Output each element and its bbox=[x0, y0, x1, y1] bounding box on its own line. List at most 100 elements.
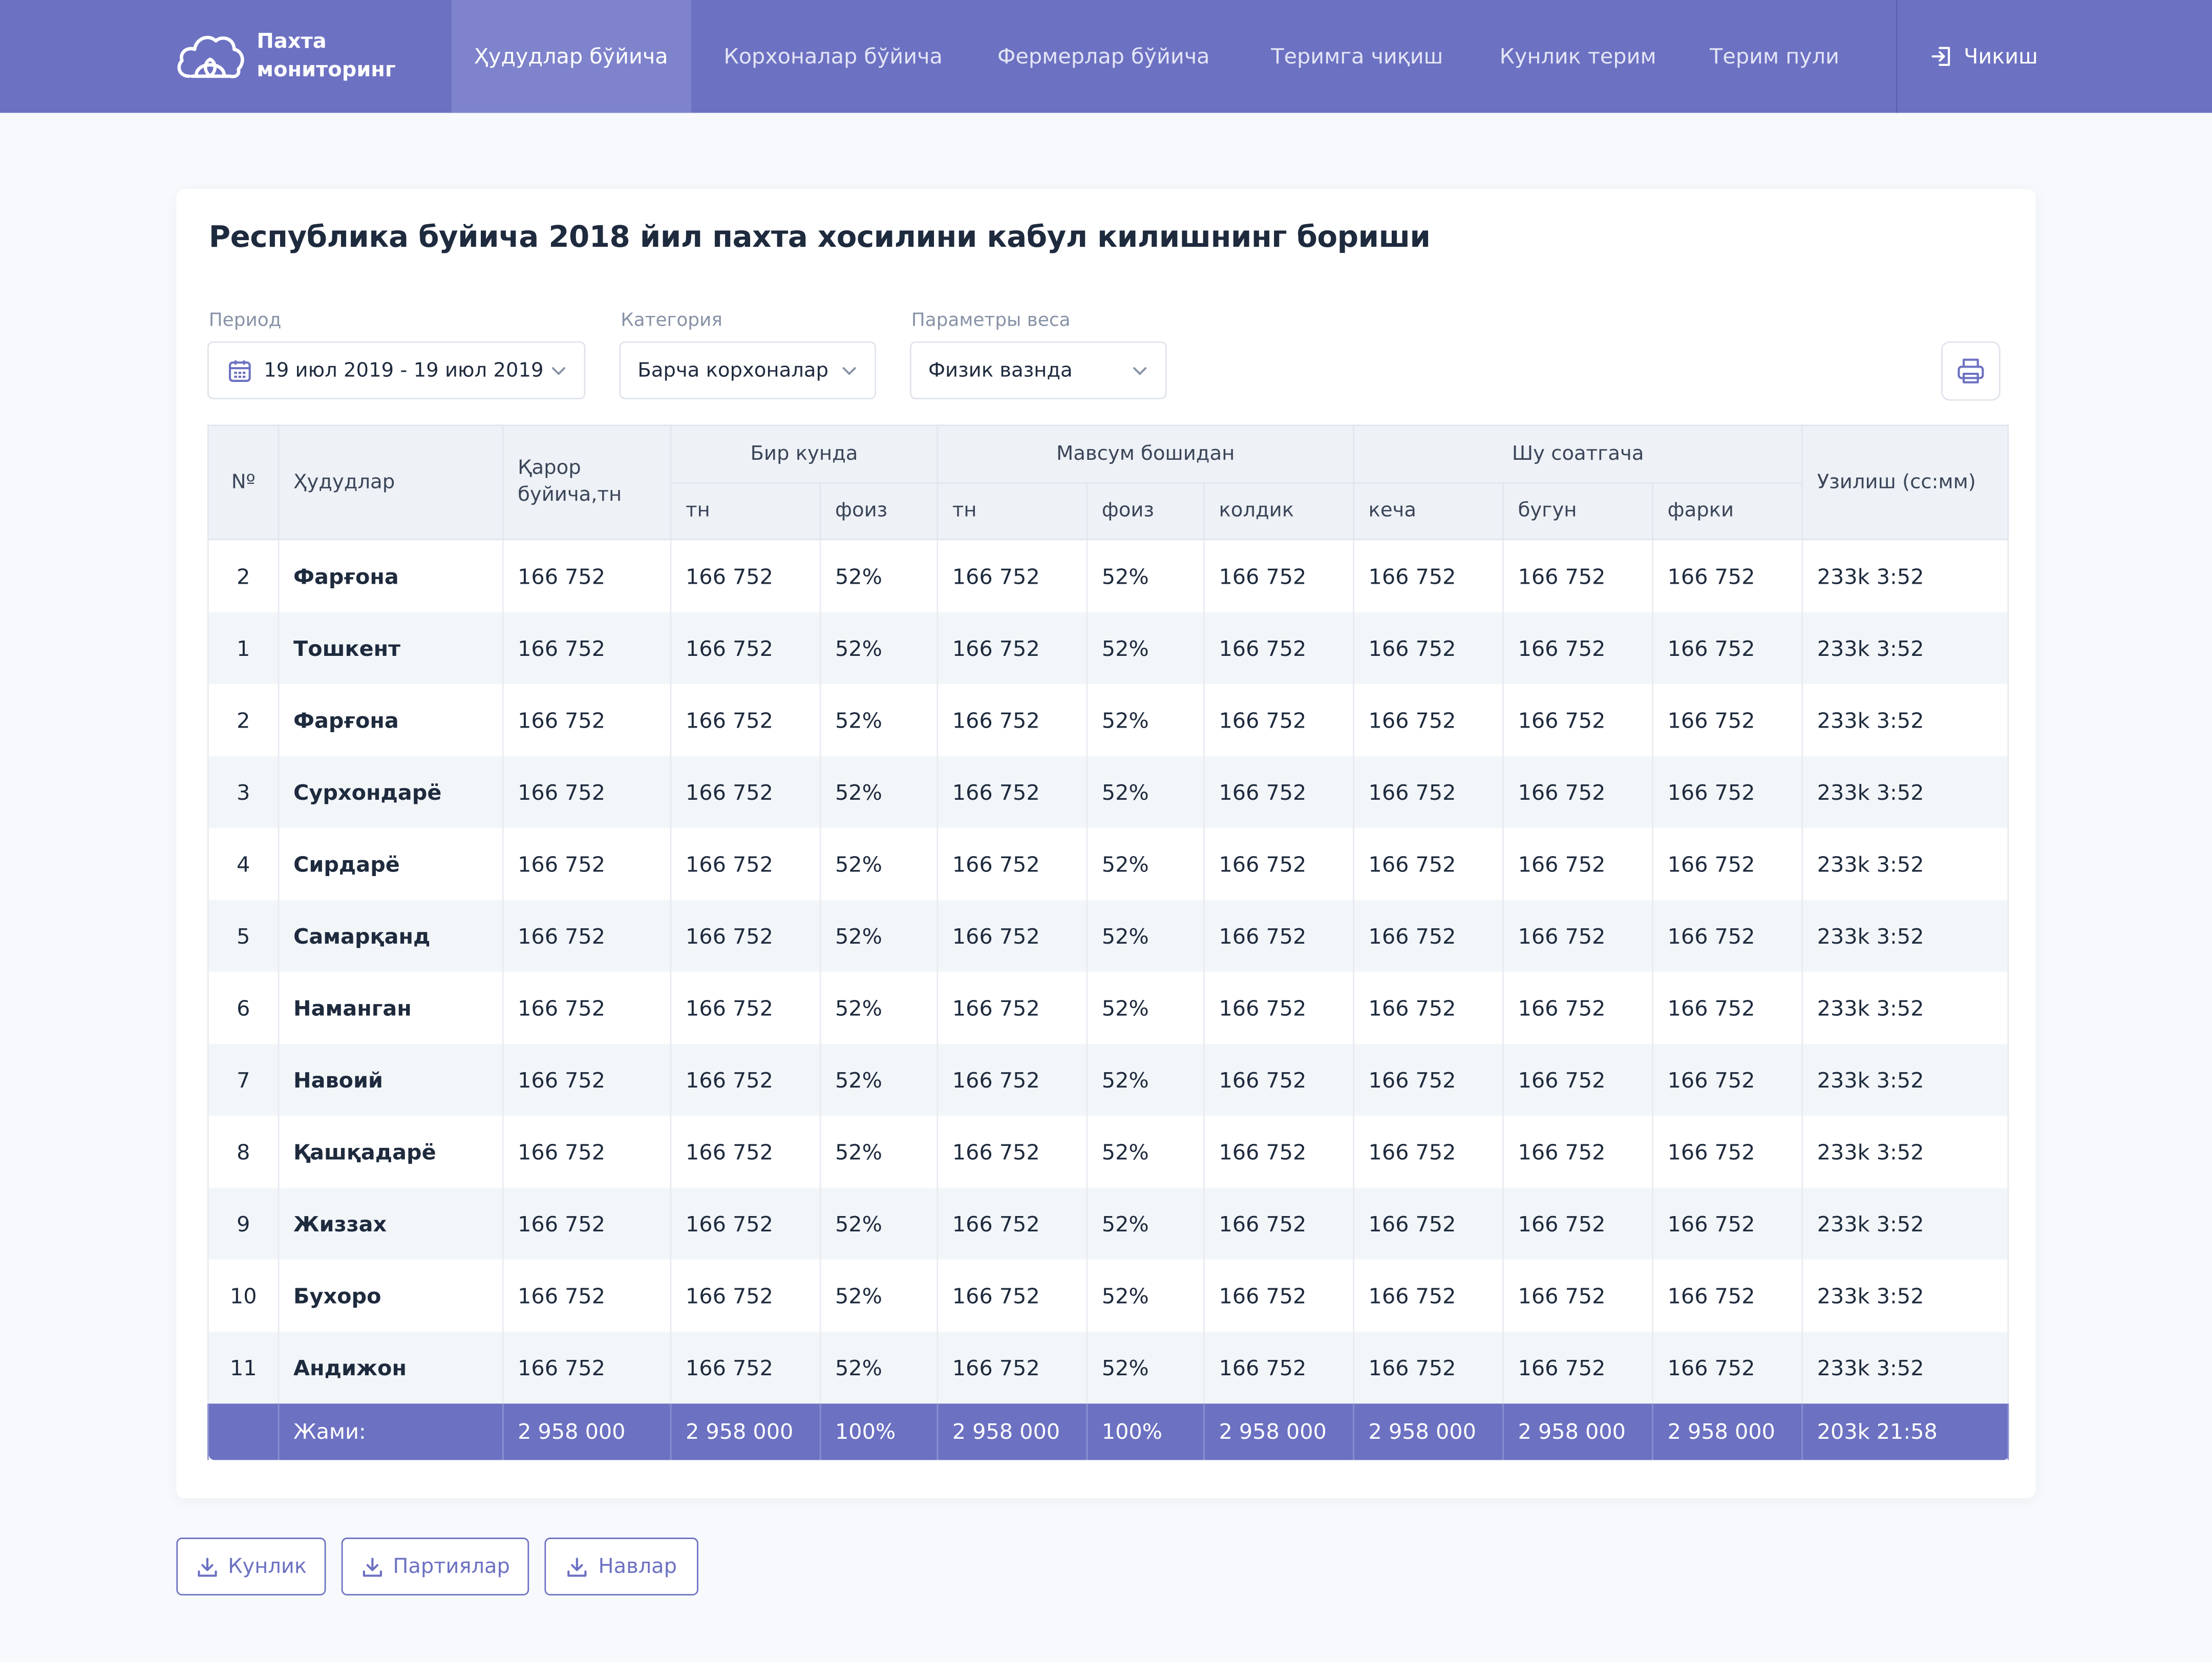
cell-plan: 166 752 bbox=[502, 756, 672, 828]
table-row[interactable]: 7 Навоий 166 752 166 752 52% 166 752 52% 166 75… bbox=[207, 1043, 2009, 1116]
cell-diff: 166 752 bbox=[1652, 1187, 1803, 1260]
header-today: бугун bbox=[1502, 482, 1654, 541]
regions-harvest-table: Nº Ҳудудлар Қарор буйича,тн Бир кунда Ма… bbox=[207, 424, 2009, 1460]
cell-gap: 233k 3:52 bbox=[1801, 756, 2009, 828]
logout-button[interactable]: Чикиш bbox=[1930, 0, 2038, 113]
brand-name: Пахта мониторинг bbox=[257, 28, 395, 84]
cell-yesterday: 166 752 bbox=[1353, 684, 1504, 756]
weight-params-select[interactable]: Физик вазнда bbox=[910, 341, 1167, 399]
header-season-pct: фоиз bbox=[1086, 482, 1205, 541]
cell-season-rest: 166 752 bbox=[1203, 900, 1354, 972]
cell-day-tn: 166 752 bbox=[670, 900, 821, 972]
cell-diff: 166 752 bbox=[1652, 1260, 1803, 1332]
cell-season-tn: 166 752 bbox=[937, 1187, 1088, 1260]
nav-tab-harvest-start[interactable]: Теримга чиқиш bbox=[1271, 0, 1443, 113]
cell-gap: 233k 3:52 bbox=[1801, 1260, 2009, 1332]
report-card: Республика буйича 2018 йил пахта хосилин… bbox=[176, 189, 2036, 1498]
cell-region: Фарғона bbox=[278, 539, 504, 612]
chevron-down-icon bbox=[842, 367, 856, 375]
cell-season-tn: 166 752 bbox=[937, 539, 1088, 612]
cell-day-tn: 166 752 bbox=[670, 539, 821, 612]
header-group-season: Мавсум бошидан bbox=[937, 424, 1354, 484]
weight-params-label: Параметры веса bbox=[911, 310, 1071, 332]
cell-day-tn: 166 752 bbox=[670, 1260, 821, 1332]
download-grades-button[interactable]: Навлар bbox=[544, 1538, 698, 1596]
brand[interactable]: Пахта мониторинг bbox=[175, 26, 396, 88]
cell-season-rest: 166 752 bbox=[1203, 1331, 1354, 1404]
cell-gap: 233k 3:52 bbox=[1801, 1331, 2009, 1404]
table-row[interactable]: 2 Фарғона 166 752 166 752 52% 166 752 52% 166 7… bbox=[207, 539, 2009, 612]
period-label: Период bbox=[208, 310, 282, 332]
cell-day-tn: 166 752 bbox=[670, 828, 821, 900]
header-diff: фарки bbox=[1652, 482, 1803, 541]
nav-tab-enterprises[interactable]: Корхоналар бўйича bbox=[724, 0, 942, 113]
chevron-down-icon bbox=[552, 367, 565, 375]
cell-day-tn: 166 752 bbox=[670, 1116, 821, 1188]
download-daily-label: Кунлик bbox=[228, 1555, 307, 1578]
cell-day-pct: 52% bbox=[819, 1331, 939, 1404]
table-row[interactable]: 9 Жиззах 166 752 166 752 52% 166 752 52% 166 75… bbox=[207, 1187, 2009, 1260]
logout-icon bbox=[1931, 47, 1950, 66]
header-day-pct: фоиз bbox=[819, 482, 939, 541]
nav-tab-daily-harvest[interactable]: Кунлик терим bbox=[1500, 0, 1656, 113]
cell-region: Самарқанд bbox=[278, 900, 504, 972]
nav-tab-regions[interactable]: Ҳудудлар бўйича bbox=[451, 0, 691, 113]
download-daily-button[interactable]: Кунлик bbox=[176, 1538, 326, 1596]
table-row[interactable]: 1 Тошкент 166 752 166 752 52% 166 752 52% 166 7… bbox=[207, 612, 2009, 685]
nav-tab-farmers[interactable]: Фермерлар бўйича bbox=[997, 0, 1210, 113]
download-icon bbox=[197, 1557, 217, 1576]
app-root: Пахта мониторинг Ҳудудлар бўйича Корхона… bbox=[0, 0, 2212, 1662]
download-icon bbox=[567, 1557, 587, 1576]
total-season-tn: 2 958 000 bbox=[937, 1403, 1088, 1460]
cell-region: Жиззах bbox=[278, 1187, 504, 1260]
cell-day-pct: 52% bbox=[819, 1187, 939, 1260]
cell-day-pct: 52% bbox=[819, 756, 939, 828]
cell-no: 11 bbox=[207, 1331, 280, 1404]
brand-line-2: мониторинг bbox=[257, 59, 396, 82]
cell-today: 166 752 bbox=[1502, 1187, 1654, 1260]
cell-plan: 166 752 bbox=[502, 612, 672, 685]
table-row[interactable]: 3 Сурхондарё 166 752 166 752 52% 166 752 52% 16… bbox=[207, 756, 2009, 828]
cell-gap: 233k 3:52 bbox=[1801, 1116, 2009, 1188]
cell-today: 166 752 bbox=[1502, 756, 1654, 828]
cell-region: Андижон bbox=[278, 1331, 504, 1404]
print-button[interactable] bbox=[1941, 341, 2001, 401]
period-date-range-picker[interactable]: 19 июл 2019 - 19 июл 2019 bbox=[207, 341, 586, 399]
cell-season-tn: 166 752 bbox=[937, 1331, 1088, 1404]
cell-season-tn: 166 752 bbox=[937, 1043, 1088, 1116]
table-row[interactable]: 8 Қашқадарё 166 752 166 752 52% 166 752 52% 166… bbox=[207, 1116, 2009, 1188]
category-value: Барча корхоналар bbox=[637, 359, 829, 382]
cell-today: 166 752 bbox=[1502, 900, 1654, 972]
table-row[interactable]: 4 Сирдарё 166 752 166 752 52% 166 752 52% 166 7… bbox=[207, 828, 2009, 900]
cell-today: 166 752 bbox=[1502, 612, 1654, 685]
table-row[interactable]: 2 Фарғона 166 752 166 752 52% 166 752 52% 166 7… bbox=[207, 684, 2009, 756]
cell-season-pct: 52% bbox=[1086, 1260, 1205, 1332]
cell-today: 166 752 bbox=[1502, 1260, 1654, 1332]
cell-today: 166 752 bbox=[1502, 1116, 1654, 1188]
table-row[interactable]: 10 Бухоро 166 752 166 752 52% 166 752 52% 166 7… bbox=[207, 1260, 2009, 1332]
cell-plan: 166 752 bbox=[502, 828, 672, 900]
table-row[interactable]: 11 Андижон 166 752 166 752 52% 166 752 52% 166 … bbox=[207, 1331, 2009, 1404]
cell-season-rest: 166 752 bbox=[1203, 1260, 1354, 1332]
cell-day-pct: 52% bbox=[819, 684, 939, 756]
download-batches-button[interactable]: Партиялар bbox=[341, 1538, 529, 1596]
cell-day-tn: 166 752 bbox=[670, 684, 821, 756]
nav-tab-harvest-payment[interactable]: Терим пули bbox=[1710, 0, 1839, 113]
cell-yesterday: 166 752 bbox=[1353, 1043, 1504, 1116]
total-no bbox=[207, 1403, 280, 1460]
logout-label: Чикиш bbox=[1964, 44, 2038, 69]
nav-divider bbox=[1896, 0, 1898, 113]
cell-plan: 166 752 bbox=[502, 1116, 672, 1188]
cell-season-rest: 166 752 bbox=[1203, 1116, 1354, 1188]
cell-season-rest: 166 752 bbox=[1203, 684, 1354, 756]
table-row[interactable]: 5 Самарқанд 166 752 166 752 52% 166 752 52% 166… bbox=[207, 900, 2009, 972]
cell-no: 2 bbox=[207, 539, 280, 612]
category-select[interactable]: Барча корхоналар bbox=[619, 341, 876, 399]
cell-yesterday: 166 752 bbox=[1353, 828, 1504, 900]
cell-diff: 166 752 bbox=[1652, 684, 1803, 756]
cell-season-tn: 166 752 bbox=[937, 900, 1088, 972]
cell-no: 5 bbox=[207, 900, 280, 972]
cell-season-pct: 52% bbox=[1086, 1187, 1205, 1260]
table-row[interactable]: 6 Наманган 166 752 166 752 52% 166 752 52% 166 … bbox=[207, 972, 2009, 1044]
cell-season-pct: 52% bbox=[1086, 828, 1205, 900]
